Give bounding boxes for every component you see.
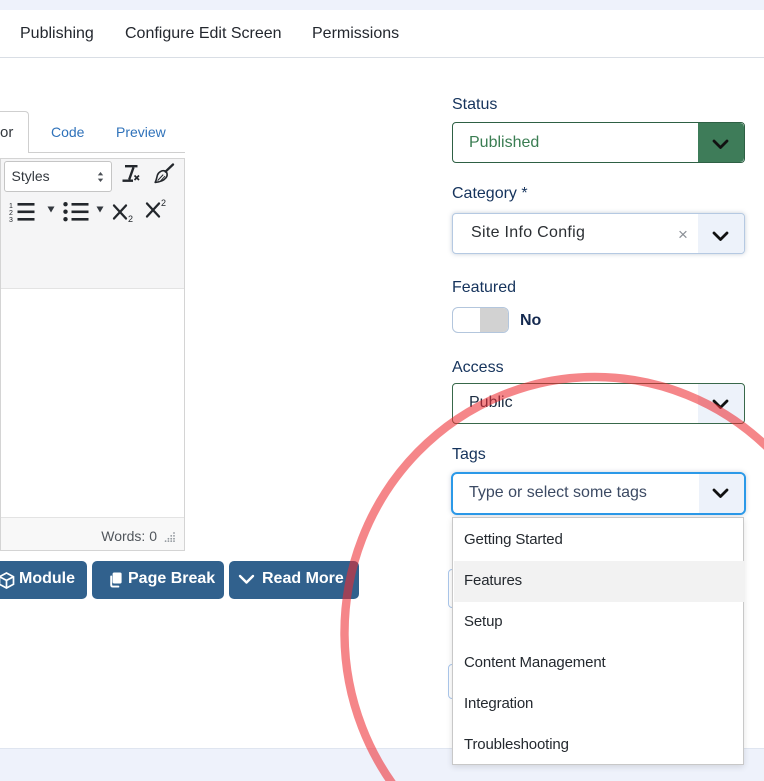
svg-text:2: 2 bbox=[161, 198, 166, 208]
svg-text:2: 2 bbox=[128, 214, 133, 223]
svg-text:3: 3 bbox=[9, 217, 13, 223]
svg-text:1: 1 bbox=[9, 203, 13, 210]
svg-text:2: 2 bbox=[9, 210, 13, 217]
